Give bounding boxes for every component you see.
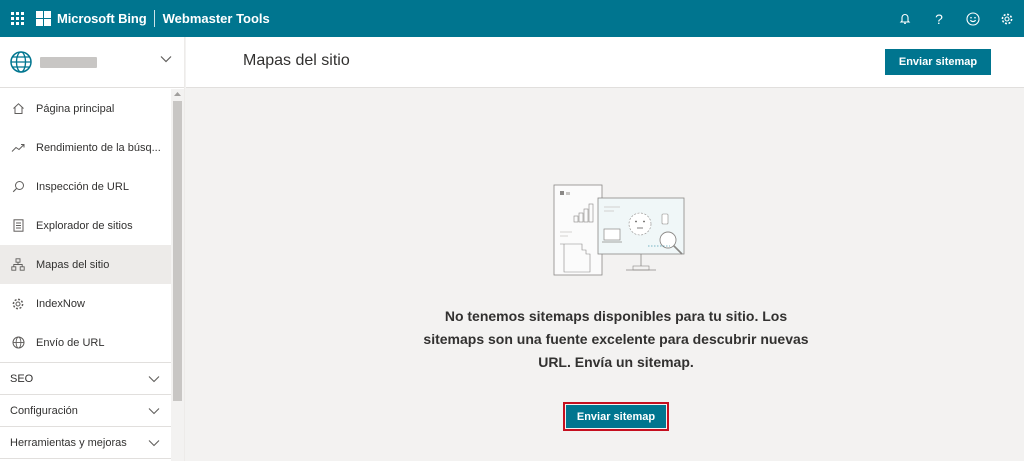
- sitemap-icon: [11, 258, 25, 271]
- waffle-icon: [10, 12, 24, 25]
- globe-icon: [12, 336, 24, 349]
- submit-sitemap-button[interactable]: Enviar sitemap: [885, 49, 991, 75]
- product-name[interactable]: Webmaster Tools: [163, 11, 270, 26]
- sidebar-group-seo[interactable]: SEO: [0, 363, 172, 395]
- sidebar-group-configuration[interactable]: Configuración: [0, 395, 172, 427]
- app-launcher-button[interactable]: [0, 0, 34, 37]
- chevron-down-icon: [148, 375, 160, 382]
- gear-icon: [1001, 13, 1013, 24]
- page-header: Mapas del sitio Enviar sitemap: [186, 37, 1024, 88]
- smiley-icon: [966, 11, 980, 26]
- chevron-down-icon: [160, 56, 172, 63]
- sidebar-item-sitemaps[interactable]: Mapas del sitio: [0, 245, 172, 284]
- feedback-button[interactable]: [956, 0, 990, 37]
- settings-button[interactable]: [990, 0, 1024, 37]
- globe-icon: [10, 51, 32, 73]
- help-button[interactable]: ?: [922, 0, 956, 37]
- sidebar: Página principal Rendimiento de la búsq.…: [0, 37, 185, 461]
- sidebar-item-home[interactable]: Página principal: [0, 89, 172, 128]
- page-title: Mapas del sitio: [243, 52, 350, 69]
- microsoft-logo-icon: [36, 11, 51, 26]
- caret-up-icon: [174, 92, 181, 96]
- sidebar-item-url-submission[interactable]: Envío de URL: [0, 323, 172, 362]
- home-icon: [12, 103, 24, 114]
- help-icon: ?: [935, 10, 943, 27]
- sidebar-item-label: IndexNow: [36, 297, 85, 310]
- submit-sitemap-button[interactable]: Enviar sitemap: [566, 405, 666, 428]
- scrollbar-thumb[interactable]: [173, 101, 182, 401]
- side-nav: Página principal Rendimiento de la búsq.…: [0, 89, 172, 459]
- sidebar-item-label: Mapas del sitio: [36, 258, 110, 271]
- chevron-down-icon: [148, 439, 160, 446]
- empty-sitemaps-illustration: [553, 184, 685, 276]
- gear-icon: [12, 298, 24, 309]
- chevron-down-icon: [148, 407, 160, 414]
- highlight-box: Enviar sitemap: [563, 402, 669, 431]
- sidebar-item-site-explorer[interactable]: Explorador de sitios: [0, 206, 172, 245]
- sidebar-scrollbar[interactable]: [171, 89, 184, 461]
- brand-name[interactable]: Microsoft Bing: [57, 11, 147, 26]
- trend-icon: [11, 143, 25, 152]
- sidebar-group-tools[interactable]: Herramientas y mejoras: [0, 427, 172, 459]
- scroll-up-button[interactable]: [171, 89, 184, 99]
- sidebar-item-label: Envío de URL: [36, 336, 105, 349]
- sidebar-item-indexnow[interactable]: IndexNow: [0, 284, 172, 323]
- document-icon: [13, 219, 23, 232]
- top-bar: Microsoft Bing Webmaster Tools ?: [0, 0, 1024, 37]
- brand-divider: [153, 10, 155, 27]
- site-name-redacted: [40, 56, 97, 68]
- sidebar-group-label: Herramientas y mejoras: [10, 436, 127, 449]
- empty-state-message: No tenemos sitemaps disponibles para tu …: [423, 308, 809, 370]
- sidebar-item-label: Inspección de URL: [36, 180, 129, 193]
- sidebar-item-url-inspection[interactable]: Inspección de URL: [0, 167, 172, 206]
- search-icon: [12, 181, 24, 193]
- sidebar-item-search-performance[interactable]: Rendimiento de la búsq...: [0, 128, 172, 167]
- bell-icon: [899, 14, 911, 24]
- notifications-button[interactable]: [888, 0, 922, 37]
- sidebar-group-label: SEO: [10, 372, 34, 385]
- main-content: No tenemos sitemaps disponibles para tu …: [186, 89, 1024, 461]
- sidebar-item-label: Explorador de sitios: [36, 219, 133, 232]
- site-selector[interactable]: [0, 37, 184, 88]
- sidebar-item-label: Rendimiento de la búsq...: [36, 141, 161, 154]
- sidebar-group-label: Configuración: [10, 404, 78, 417]
- sidebar-item-label: Página principal: [36, 102, 115, 115]
